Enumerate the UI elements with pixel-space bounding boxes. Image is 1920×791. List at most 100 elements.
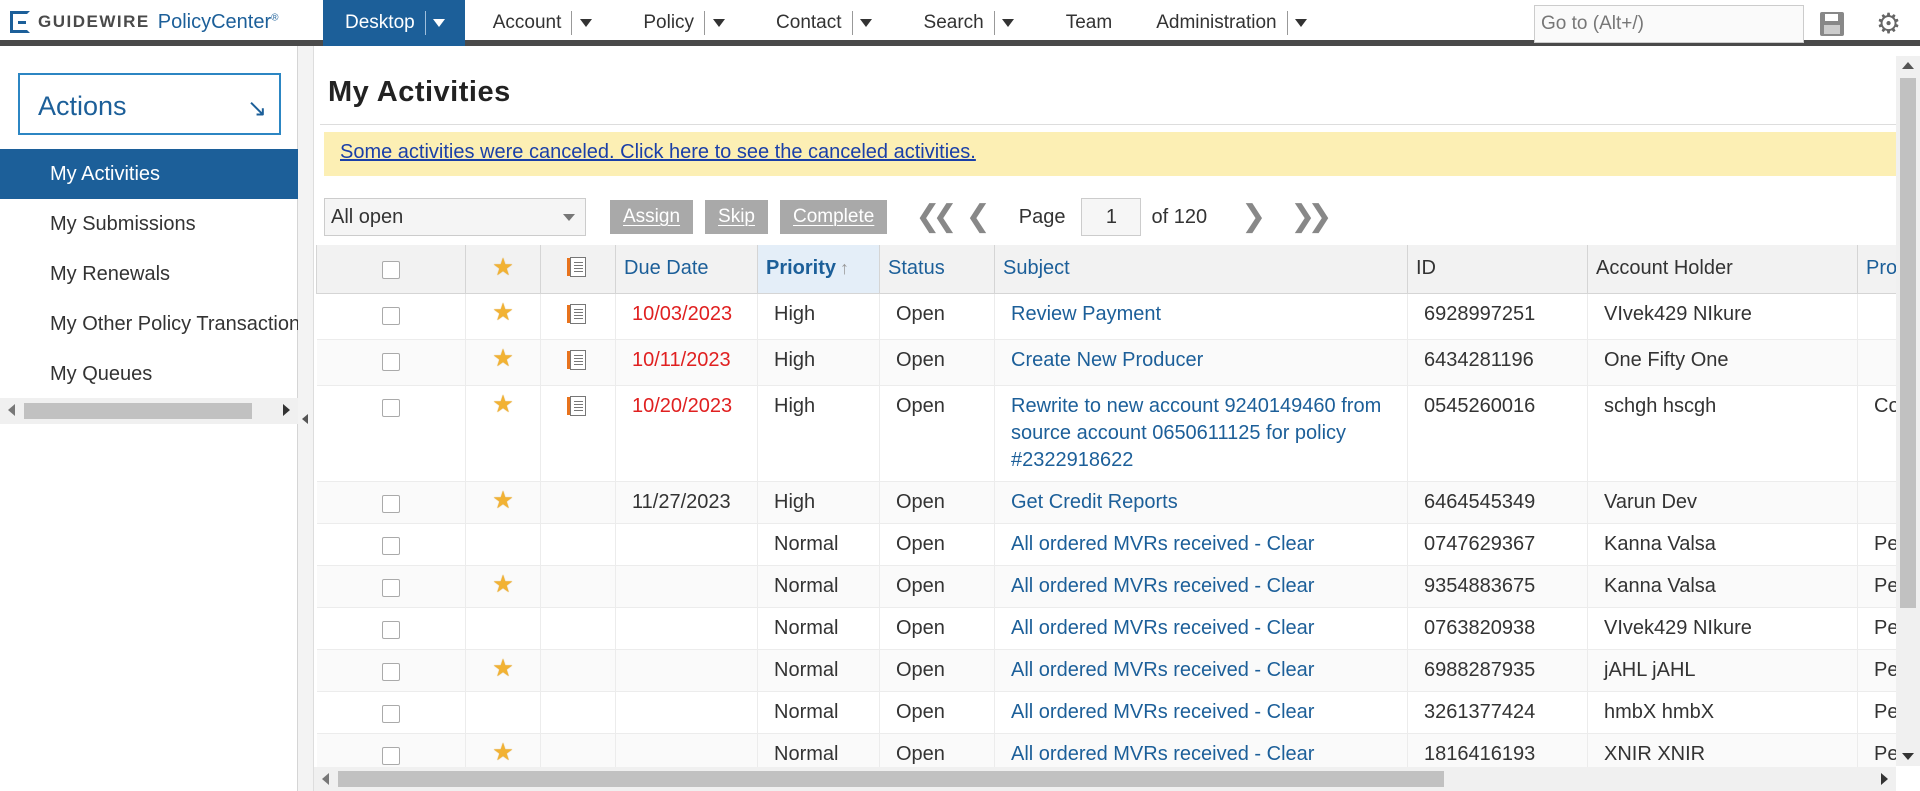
row-select-cell[interactable] <box>316 607 466 650</box>
document-icon[interactable] <box>567 303 586 324</box>
document-icon[interactable] <box>567 349 586 370</box>
scroll-left-icon[interactable] <box>322 773 329 785</box>
row-select-cell[interactable] <box>316 339 466 386</box>
sidebar-item-my-renewals[interactable]: My Renewals <box>0 249 298 299</box>
row-checkbox[interactable] <box>381 352 400 371</box>
column-header-product[interactable]: Pro <box>1857 245 1896 294</box>
subject-link[interactable]: Rewrite to new account 9240149460 from s… <box>1011 395 1381 471</box>
scroll-up-icon[interactable] <box>1902 62 1914 69</box>
row-select-cell[interactable] <box>316 523 466 566</box>
column-header-due-date[interactable]: Due Date <box>615 245 758 294</box>
main-horizontal-scrollbar[interactable] <box>314 767 1896 791</box>
table-row[interactable]: ★ Normal Open All ordered MVRs received - C… <box>316 733 1896 767</box>
subject-link[interactable]: All ordered MVRs received - Clear <box>1011 701 1314 723</box>
actions-button[interactable]: Actions ↘ <box>18 73 281 135</box>
tab-policy[interactable]: Policy <box>643 0 732 46</box>
row-checkbox[interactable] <box>381 494 400 513</box>
row-select-cell[interactable] <box>316 565 466 608</box>
table-row[interactable]: Normal Open All ordered MVRs received - Cl… <box>316 523 1896 566</box>
subject-link[interactable]: All ordered MVRs received - Clear <box>1011 659 1314 681</box>
sidebar-splitter[interactable] <box>298 46 314 791</box>
row-checkbox[interactable] <box>381 398 400 417</box>
subject-link[interactable]: All ordered MVRs received - Clear <box>1011 533 1314 555</box>
main-vertical-scrollbar[interactable] <box>1896 56 1920 766</box>
filter-select[interactable]: All open <box>324 198 586 236</box>
next-page-icon[interactable]: ❯ <box>1241 202 1266 232</box>
subject-link[interactable]: Create New Producer <box>1011 349 1203 371</box>
tab-menu-toggle[interactable] <box>993 11 1022 35</box>
first-page-icon[interactable]: ❮❮ <box>915 202 957 232</box>
row-select-cell[interactable] <box>316 293 466 340</box>
row-select-cell[interactable] <box>316 691 466 734</box>
subject-link[interactable]: Review Payment <box>1011 303 1161 325</box>
row-select-cell[interactable] <box>316 733 466 767</box>
star-icon[interactable]: ★ <box>492 391 514 418</box>
row-checkbox[interactable] <box>381 578 400 597</box>
table-row[interactable]: ★ 10/03/2023 High Open Review Payment 6928997… <box>316 293 1896 340</box>
table-row[interactable]: ★ Normal Open All ordered MVRs received - C… <box>316 649 1896 692</box>
document-icon[interactable] <box>567 395 586 416</box>
row-checkbox[interactable] <box>381 536 400 555</box>
sidebar-item-my-activities[interactable]: My Activities <box>0 149 298 199</box>
scroll-right-icon[interactable] <box>1881 773 1888 785</box>
scroll-right-icon[interactable] <box>283 404 290 416</box>
sidebar-horizontal-scrollbar[interactable] <box>0 398 298 424</box>
tab-desktop[interactable]: Desktop <box>323 0 465 46</box>
sidebar-item-my-queues[interactable]: My Queues <box>0 349 298 399</box>
column-header-subject[interactable]: Subject <box>994 245 1408 294</box>
last-page-icon[interactable]: ❯❯ <box>1290 202 1332 232</box>
row-checkbox[interactable] <box>381 662 400 681</box>
row-checkbox[interactable] <box>381 746 400 765</box>
app-logo[interactable]: GUIDEWIRE PolicyCenter® <box>10 9 279 35</box>
star-icon[interactable]: ★ <box>492 571 514 598</box>
goto-input[interactable] <box>1534 5 1804 43</box>
tab-search[interactable]: Search <box>924 0 1022 46</box>
table-row[interactable]: ★ 10/11/2023 High Open Create New Producer 64… <box>316 339 1896 386</box>
scroll-down-icon[interactable] <box>1902 753 1914 760</box>
column-header-status[interactable]: Status <box>879 245 995 294</box>
assign-button[interactable]: Assign <box>610 200 694 234</box>
star-icon[interactable]: ★ <box>492 487 514 514</box>
tab-contact[interactable]: Contact <box>776 0 879 46</box>
column-header-account-holder[interactable]: Account Holder <box>1587 245 1858 294</box>
scrollbar-thumb[interactable] <box>1900 78 1916 608</box>
previous-page-icon[interactable]: ❮ <box>966 202 991 232</box>
scrollbar-thumb[interactable] <box>24 403 252 419</box>
column-header-priority[interactable]: Priority ↑ <box>757 245 880 294</box>
star-icon[interactable]: ★ <box>492 655 514 682</box>
page-number-input[interactable] <box>1081 198 1142 236</box>
tab-menu-toggle[interactable] <box>424 11 453 35</box>
collapse-left-icon[interactable] <box>302 414 308 424</box>
tab-menu-toggle[interactable] <box>571 11 599 35</box>
gear-icon[interactable]: ⚙ <box>1876 10 1901 38</box>
row-checkbox[interactable] <box>381 620 400 639</box>
row-checkbox[interactable] <box>381 704 400 723</box>
table-row[interactable]: Normal Open All ordered MVRs received - Cl… <box>316 691 1896 734</box>
skip-button[interactable]: Skip <box>705 200 768 234</box>
table-row[interactable]: ★ 11/27/2023 High Open Get Credit Reports 646… <box>316 481 1896 524</box>
table-row[interactable]: Normal Open All ordered MVRs received - Cl… <box>316 607 1896 650</box>
save-icon[interactable] <box>1820 12 1844 36</box>
row-select-cell[interactable] <box>316 385 466 482</box>
tab-account[interactable]: Account <box>493 0 600 46</box>
subject-link[interactable]: All ordered MVRs received - Clear <box>1011 575 1314 597</box>
tab-administration[interactable]: Administration <box>1156 0 1314 46</box>
row-checkbox[interactable] <box>381 306 400 325</box>
subject-link[interactable]: All ordered MVRs received - Clear <box>1011 743 1314 765</box>
star-icon[interactable]: ★ <box>492 739 514 766</box>
tab-team[interactable]: Team <box>1066 0 1112 46</box>
flag-column-header[interactable]: ★ <box>465 245 541 294</box>
sidebar-item-my-other-policy-transactions[interactable]: My Other Policy Transactions <box>0 299 298 349</box>
star-icon[interactable]: ★ <box>492 299 514 326</box>
table-row[interactable]: ★ Normal Open All ordered MVRs received - C… <box>316 565 1896 608</box>
sidebar-item-my-submissions[interactable]: My Submissions <box>0 199 298 249</box>
scroll-left-icon[interactable] <box>8 404 15 416</box>
select-all-header[interactable] <box>316 245 466 294</box>
canceled-activities-link[interactable]: Some activities were canceled. Click her… <box>340 141 976 163</box>
select-all-checkbox[interactable] <box>382 261 400 280</box>
subject-link[interactable]: All ordered MVRs received - Clear <box>1011 617 1314 639</box>
column-header-id[interactable]: ID <box>1407 245 1588 294</box>
row-select-cell[interactable] <box>316 649 466 692</box>
subject-link[interactable]: Get Credit Reports <box>1011 491 1178 513</box>
scrollbar-thumb[interactable] <box>338 771 1444 787</box>
